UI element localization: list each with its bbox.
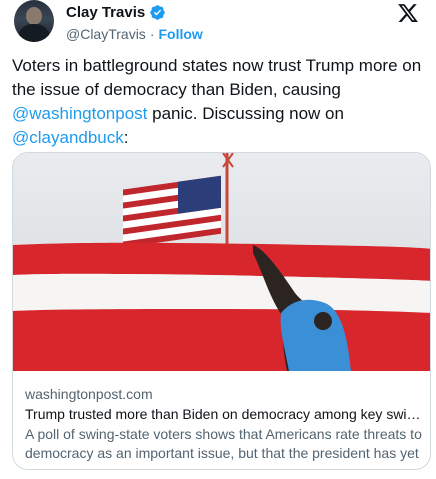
author-handle[interactable]: @ClayTravis <box>66 26 146 42</box>
verified-badge-icon <box>150 5 165 20</box>
card-image[interactable] <box>13 153 431 371</box>
tweet-text: Voters in battleground states now trust … <box>12 54 422 150</box>
author-name-row: Clay Travis <box>66 4 166 21</box>
card-description: A poll of swing-state voters shows that … <box>25 426 422 469</box>
tweet-text-part: : <box>123 128 129 147</box>
card-domain: washingtonpost.com <box>25 386 153 402</box>
tweet-text-part: Voters in battleground states now trust … <box>12 56 422 99</box>
card-title[interactable]: Trump trusted more than Biden on democra… <box>25 405 425 424</box>
separator-dot: · <box>149 26 155 42</box>
card-meta: washingtonpost.com Trump trusted more th… <box>25 385 425 469</box>
mention-clayandbuck[interactable]: @clayandbuck <box>12 128 124 147</box>
author-handle-row: @ClayTravis · Follow <box>66 26 203 42</box>
author-avatar[interactable] <box>14 0 54 42</box>
tweet-text-part: panic. Discussing now on <box>147 104 344 123</box>
tweet-header: Clay Travis @ClayTravis · Follow <box>12 0 424 50</box>
link-preview-card[interactable]: washingtonpost.com Trump trusted more th… <box>12 152 431 470</box>
x-logo-icon[interactable] <box>396 2 420 24</box>
author-display-name[interactable]: Clay Travis <box>66 4 145 21</box>
mention-washingtonpost[interactable]: @washingtonpost <box>12 104 147 123</box>
follow-button[interactable]: Follow <box>158 26 202 42</box>
